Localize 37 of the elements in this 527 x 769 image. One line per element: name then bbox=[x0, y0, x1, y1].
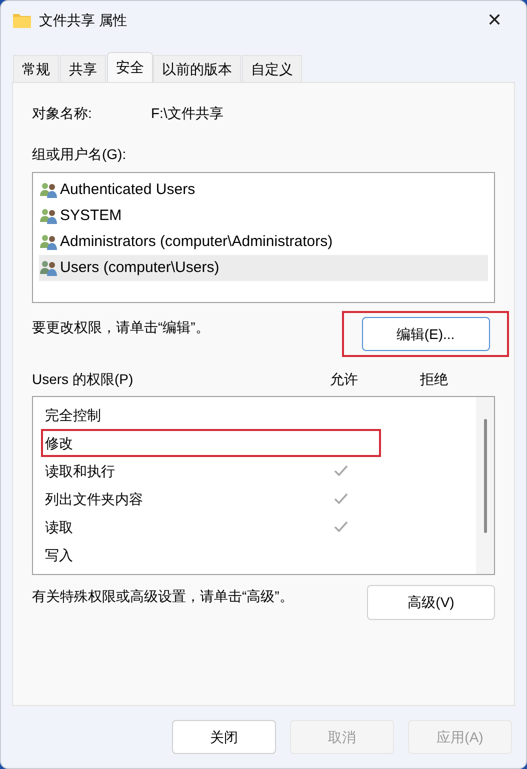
groups-label: 组或用户名(G): bbox=[32, 145, 126, 164]
check-icon bbox=[333, 520, 349, 534]
check-icon bbox=[333, 492, 349, 506]
permission-name: 读取 bbox=[44, 518, 74, 536]
permission-name: 读取和执行 bbox=[44, 462, 116, 480]
tab[interactable]: 共享 bbox=[60, 55, 106, 82]
users-icon bbox=[39, 260, 59, 276]
tab[interactable]: 安全 bbox=[107, 52, 153, 82]
check-icon bbox=[333, 464, 349, 478]
advanced-button[interactable]: 高级(V) bbox=[367, 585, 495, 620]
permission-name: 修改 bbox=[44, 434, 74, 452]
edit-hint: 要更改权限，请单击“编辑”。 bbox=[32, 318, 210, 337]
window-title: 文件共享 属性 bbox=[39, 10, 127, 30]
advanced-hint: 有关特殊权限或高级设置，请单击“高级”。 bbox=[32, 587, 294, 606]
tab[interactable]: 以前的版本 bbox=[153, 55, 241, 82]
permission-name: 写入 bbox=[44, 546, 74, 564]
user-list-item[interactable]: Users (computer\Users) bbox=[39, 255, 488, 281]
tab[interactable]: 常规 bbox=[13, 55, 59, 82]
users-icon bbox=[39, 182, 59, 198]
user-list-item[interactable]: SYSTEM bbox=[39, 203, 488, 229]
edit-button[interactable]: 编辑(E)... bbox=[362, 317, 490, 351]
scrollbar[interactable] bbox=[476, 397, 494, 574]
permission-name: 完全控制 bbox=[44, 406, 102, 424]
tab[interactable]: 自定义 bbox=[242, 55, 302, 82]
close-button[interactable]: ✕ bbox=[479, 6, 510, 34]
deny-header: 拒绝 bbox=[420, 370, 448, 389]
users-icon bbox=[39, 234, 59, 250]
user-list-item[interactable]: Authenticated Users bbox=[39, 177, 488, 203]
permissions-label: Users 的权限(P) bbox=[32, 370, 134, 389]
object-name-label: 对象名称: bbox=[32, 104, 93, 123]
object-name-value: F:\文件共享 bbox=[151, 104, 224, 123]
allow-header: 允许 bbox=[330, 370, 359, 389]
folder-icon bbox=[13, 12, 31, 28]
users-icon bbox=[39, 208, 59, 224]
dialog-button[interactable]: 关闭 bbox=[172, 720, 276, 754]
user-list-item[interactable]: Administrators (computer\Administrators) bbox=[39, 229, 488, 255]
permission-name: 列出文件夹内容 bbox=[44, 490, 144, 508]
